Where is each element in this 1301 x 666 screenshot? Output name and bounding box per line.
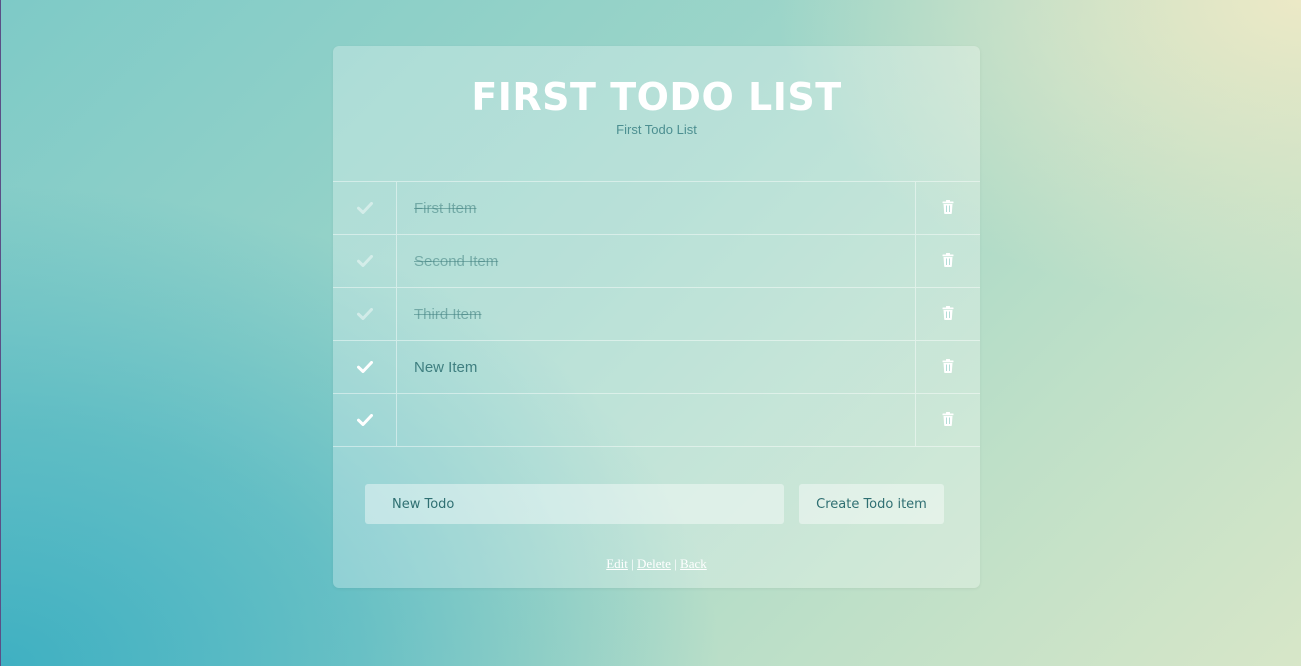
todo-row: Second Item [333,235,980,288]
todo-card: FIRST TODO LIST First Todo List First It… [333,46,980,588]
check-icon [356,202,373,214]
create-todo-button[interactable]: Create Todo item [799,484,944,524]
check-icon [356,361,373,373]
trash-icon [942,305,954,324]
page-title: FIRST TODO LIST [471,75,842,119]
delete-todo-button[interactable] [916,394,980,446]
footer-links: Edit | Delete | Back [333,556,980,572]
complete-toggle-button[interactable] [333,394,397,446]
check-icon [356,414,373,426]
todo-text[interactable]: First Item [397,182,916,234]
todo-text[interactable] [397,394,916,446]
complete-toggle-button[interactable] [333,182,397,234]
new-todo-input[interactable] [365,484,784,524]
delete-todo-button[interactable] [916,182,980,234]
check-icon [356,255,373,267]
trash-icon [942,252,954,271]
delete-todo-button[interactable] [916,235,980,287]
complete-toggle-button[interactable] [333,341,397,393]
todo-text[interactable]: New Item [397,341,916,393]
complete-toggle-button[interactable] [333,235,397,287]
delete-link[interactable]: Delete [637,556,671,571]
todo-row: Third Item [333,288,980,341]
delete-todo-button[interactable] [916,288,980,340]
todo-text[interactable]: Second Item [397,235,916,287]
back-link[interactable]: Back [680,556,707,571]
link-separator: | [631,556,634,571]
trash-icon [942,199,954,218]
todo-row: First Item [333,182,980,235]
check-icon [356,308,373,320]
link-separator: | [674,556,677,571]
trash-icon [942,358,954,377]
window-left-edge [0,0,1,666]
page-subtitle: First Todo List [616,122,697,137]
todo-text[interactable]: Third Item [397,288,916,340]
trash-icon [942,411,954,430]
complete-toggle-button[interactable] [333,288,397,340]
todo-row: New Item [333,341,980,394]
todo-row [333,394,980,447]
delete-todo-button[interactable] [916,341,980,393]
todo-list: First Item Second Item Third Item New It… [333,181,980,447]
edit-link[interactable]: Edit [606,556,628,571]
new-todo-form: Create Todo item [365,484,944,524]
